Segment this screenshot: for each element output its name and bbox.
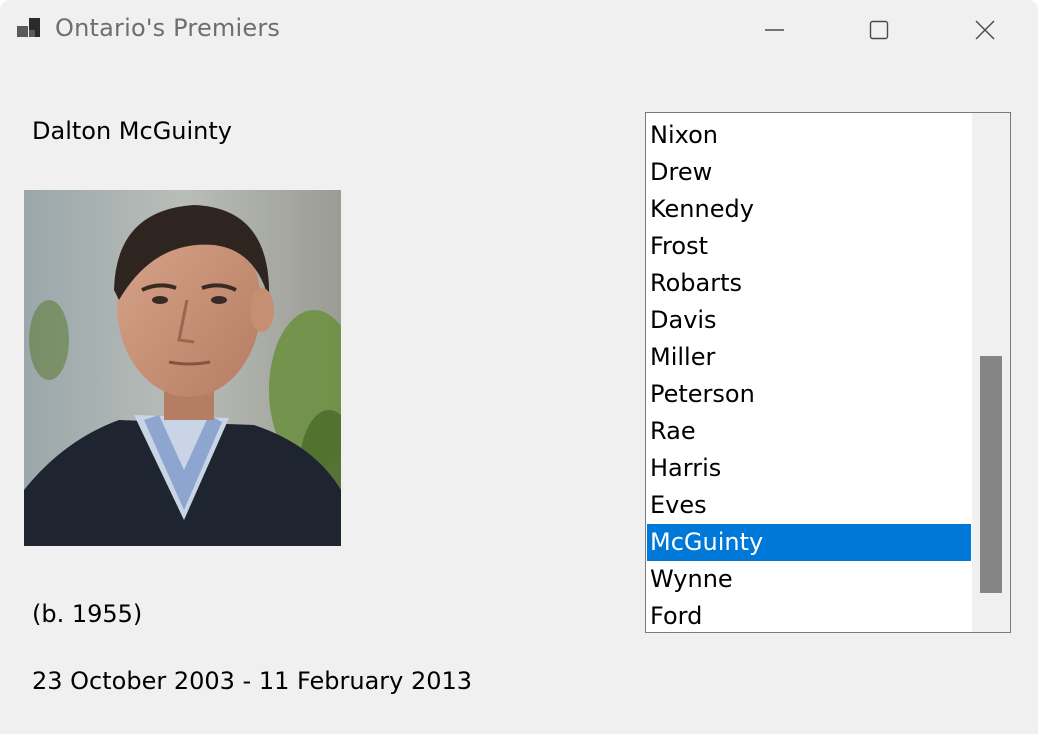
premiers-list-items: Nixon Drew Kennedy Frost Robarts Davis Miller P… [647, 117, 971, 632]
premier-name-label: Dalton McGuinty [32, 117, 232, 145]
close-button[interactable] [933, 0, 1038, 62]
minimize-button[interactable] [722, 0, 827, 62]
list-item[interactable]: Harris [647, 450, 971, 487]
list-item[interactable]: Drew [647, 154, 971, 191]
list-item[interactable]: Peterson [647, 376, 971, 413]
list-item[interactable]: Kennedy [647, 191, 971, 228]
portrait-photo [24, 190, 341, 546]
term-dates-label: 23 October 2003 - 11 February 2013 [32, 667, 473, 695]
window-title: Ontario's Premiers [55, 14, 281, 42]
list-item[interactable]: Miller [647, 339, 971, 376]
maximize-icon [869, 20, 889, 40]
app-windows-icon [17, 18, 40, 37]
close-icon [975, 20, 995, 40]
list-item[interactable]: Frost [647, 228, 971, 265]
list-item[interactable]: Davis [647, 302, 971, 339]
list-item[interactable]: McGuinty [647, 524, 971, 561]
premiers-listbox[interactable]: Nixon Drew Kennedy Frost Robarts Davis Miller P… [645, 112, 1011, 633]
main-window: Ontario's Premiers Dalton McGuinty (b. 1… [0, 0, 1038, 734]
title-bar[interactable]: Ontario's Premiers [0, 0, 1038, 62]
scrollbar-thumb[interactable] [980, 356, 1002, 593]
list-item[interactable]: Eves [647, 487, 971, 524]
list-item[interactable]: Robarts [647, 265, 971, 302]
premier-photo [24, 190, 341, 546]
birth-year-label: (b. 1955) [32, 600, 143, 628]
list-item[interactable]: Nixon [647, 117, 971, 154]
list-item[interactable]: Rae [647, 413, 971, 450]
vertical-scrollbar[interactable] [972, 113, 1010, 632]
list-item[interactable]: Ford [647, 598, 971, 632]
maximize-button[interactable] [827, 0, 932, 62]
list-item[interactable]: Wynne [647, 561, 971, 598]
minimize-icon [765, 29, 784, 31]
